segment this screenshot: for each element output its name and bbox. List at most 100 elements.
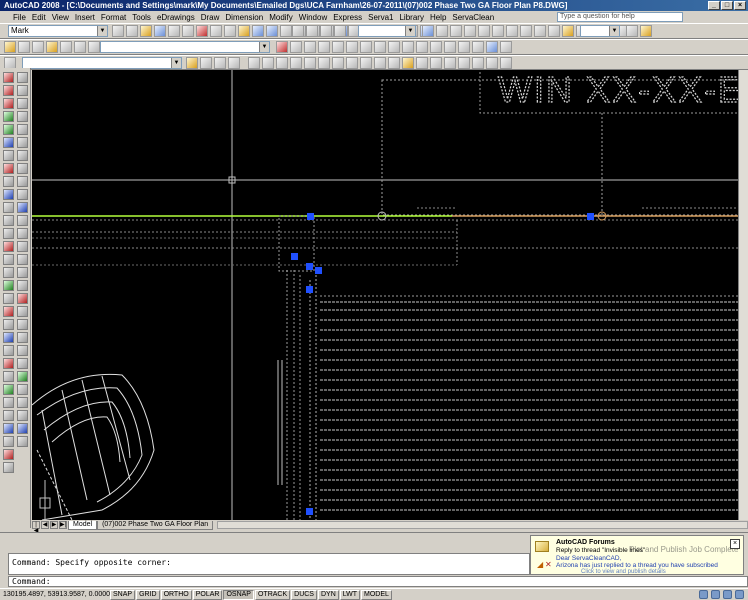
snap-toggle[interactable]: SNAP [110,589,136,600]
chevron-down-icon[interactable]: ▼ [259,42,269,52]
layer-manager-icon[interactable] [4,41,16,53]
serva-tool-icon[interactable] [3,267,14,278]
trim-icon[interactable] [402,41,414,53]
dim-style-combo[interactable]: ▼ [358,25,416,37]
move-icon[interactable] [346,41,358,53]
polygon-icon[interactable] [464,25,476,37]
xline-2-icon[interactable] [262,57,274,69]
cloud-tool-icon[interactable] [17,163,28,174]
coordinate-readout[interactable]: 130195.4897, 53913.9587, 0.0000 [0,591,110,598]
maximize-button[interactable]: □ [721,1,733,10]
model-space-canvas[interactable]: WIN XX-XX-E [32,70,738,520]
serva-tool-icon[interactable] [3,72,14,83]
move-tool-icon[interactable] [17,267,28,278]
status-menu-icon[interactable] [735,590,744,599]
circle-2-icon[interactable] [332,57,344,69]
serva-tool-icon[interactable] [3,150,14,161]
line-2-icon[interactable] [248,57,260,69]
menu-serva1[interactable]: Serva1 [365,13,396,22]
text-icon[interactable] [500,41,512,53]
model-toggle[interactable]: MODEL [361,589,392,600]
mirror-icon[interactable] [304,41,316,53]
ellipse-2-icon[interactable] [374,57,386,69]
zoom-dynamic-icon[interactable] [17,410,28,421]
serva-tool-icon[interactable] [3,332,14,343]
chevron-down-icon[interactable]: ▼ [171,58,181,68]
ducs-toggle[interactable]: DUCS [291,589,317,600]
stretch-tool-icon[interactable] [17,306,28,317]
serva-tool-icon[interactable] [3,280,14,291]
rectangle-icon[interactable] [478,25,490,37]
make-current-icon[interactable] [32,41,44,53]
scale-tool-icon[interactable] [17,293,28,304]
layer-previous-icon[interactable] [88,41,100,53]
menu-insert[interactable]: Insert [72,13,98,22]
forum-notification[interactable]: Plot and Publish Job Complete AutoCAD Fo… [530,535,744,575]
spline-tool-icon[interactable] [17,176,28,187]
serva-tool-icon[interactable] [3,189,14,200]
prev-tab-button[interactable]: ◀ [41,521,49,529]
bring-above-icon[interactable] [214,57,226,69]
insert-2-icon[interactable] [402,57,414,69]
layer-combo[interactable]: ▼ [100,41,270,53]
rectangle-tool-icon[interactable] [17,124,28,135]
menu-edit[interactable]: Edit [29,13,49,22]
color-combo[interactable]: ▼ [22,57,182,69]
zoom-object-icon[interactable] [17,397,28,408]
serva-tool-icon[interactable] [3,436,14,447]
command-input[interactable]: Command: [8,576,748,587]
menu-tools[interactable]: Tools [129,13,154,22]
copy-tool-icon[interactable] [17,215,28,226]
offset-icon[interactable] [318,41,330,53]
next-tab-button[interactable]: ▶ [50,521,58,529]
serva-tool-icon[interactable] [3,293,14,304]
serva-tool-icon[interactable] [3,254,14,265]
zoom-in-icon[interactable] [17,319,28,330]
point-2-icon[interactable] [430,57,442,69]
serva-tool-icon[interactable] [3,228,14,239]
communication-center-icon[interactable] [699,590,708,599]
serva-tool-icon[interactable] [3,163,14,174]
notification-greeting[interactable]: Dear ServaCleanCAD, [556,555,621,562]
help-search-input[interactable]: Type a question for help [557,12,683,22]
chevron-down-icon[interactable]: ▼ [405,26,415,36]
serva-tool-icon[interactable] [3,358,14,369]
menu-servaclean[interactable]: ServaClean [449,13,497,22]
pick-icon[interactable] [626,25,638,37]
arc-icon[interactable] [492,25,504,37]
rotate-icon[interactable] [360,41,372,53]
serva-tool-icon[interactable] [3,410,14,421]
zoom-extents-icon[interactable] [17,358,28,369]
workspace-combo[interactable]: Mark ▼ [8,25,108,37]
close-button[interactable]: × [734,1,746,10]
zoom-previous-tool-icon[interactable] [17,436,28,447]
scale-icon[interactable] [374,41,386,53]
first-tab-button[interactable]: |◀ [32,521,40,534]
serva-tool-icon[interactable] [3,202,14,213]
ellipse-arc-icon[interactable] [388,57,400,69]
zoom-window-tool-icon[interactable] [17,423,28,434]
serva-tool-icon[interactable] [3,137,14,148]
tab-model[interactable]: Model [68,520,98,530]
linear-dimension-icon[interactable] [292,25,304,37]
new-file-icon[interactable] [126,25,138,37]
hatch-2-icon[interactable] [444,57,456,69]
paste-icon[interactable] [224,25,236,37]
join-icon[interactable] [444,41,456,53]
ellipse-icon[interactable] [548,25,560,37]
send-to-back-icon[interactable] [200,57,212,69]
serva-tool-icon[interactable] [3,319,14,330]
polyline-icon[interactable] [450,25,462,37]
ellipse-tool-icon[interactable] [17,189,28,200]
zoom-out-icon[interactable] [17,332,28,343]
menu-file[interactable]: File [10,13,29,22]
menu-dimension[interactable]: Dimension [222,13,266,22]
menu-format[interactable]: Format [98,13,129,22]
otrack-toggle[interactable]: OTRACK [254,589,291,600]
spline-2-icon[interactable] [360,57,372,69]
serva-tool-icon[interactable] [3,176,14,187]
save-icon[interactable] [154,25,166,37]
menu-draw[interactable]: Draw [198,13,223,22]
construction-line-icon[interactable] [436,25,448,37]
break-icon[interactable] [430,41,442,53]
